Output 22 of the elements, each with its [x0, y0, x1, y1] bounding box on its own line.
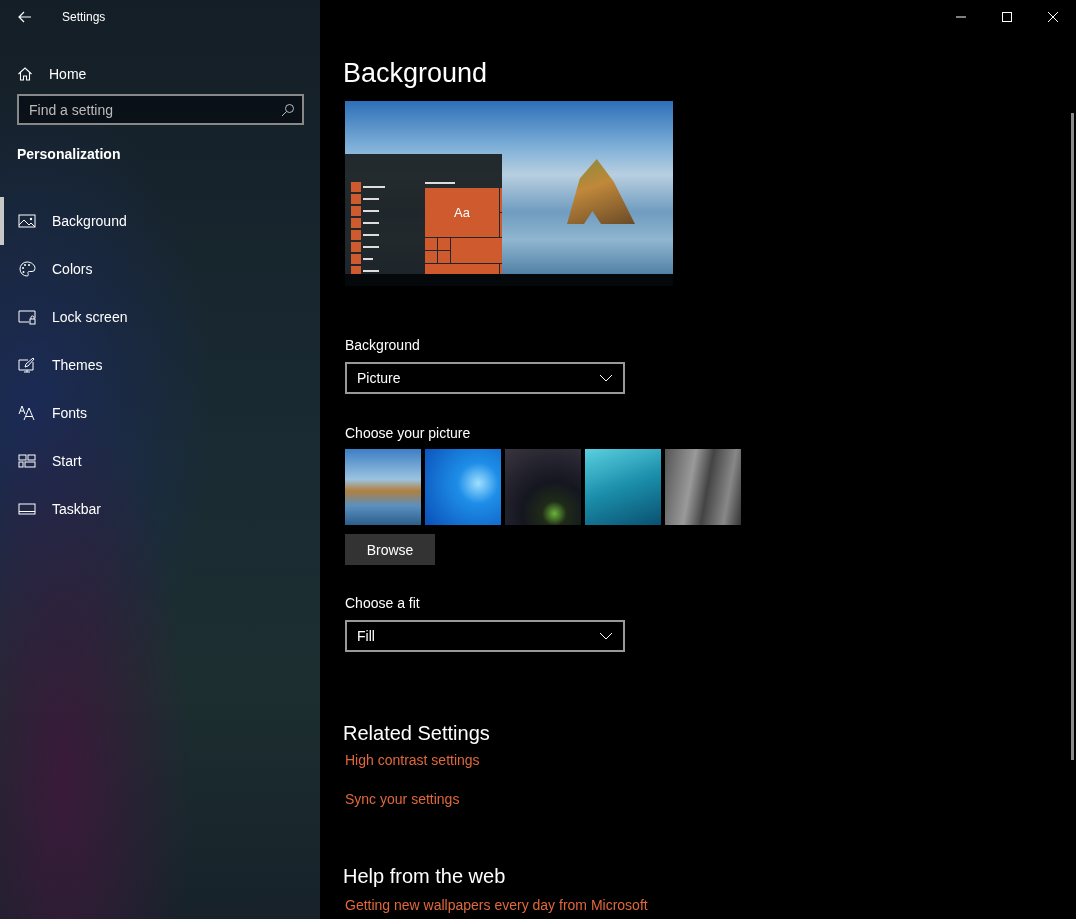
section-heading: Personalization [16, 145, 122, 162]
page-title: Background [343, 57, 488, 89]
settings-link[interactable]: High contrast settings [345, 751, 480, 769]
field-label: Choose a fit [345, 595, 420, 611]
sidebar-item[interactable]: Fonts [0, 389, 320, 437]
window-title: Settings [62, 10, 106, 24]
sidebar-item[interactable]: Taskbar [0, 485, 320, 533]
sidebar-item[interactable]: Colors [0, 245, 320, 293]
field-label: Background [345, 337, 420, 353]
field-label: Choose your picture [345, 425, 471, 441]
search-field[interactable]: Find a setting [17, 94, 304, 125]
settings-link[interactable]: Sync your settings [345, 790, 460, 808]
sidebar-item[interactable]: Themes [0, 341, 320, 389]
section-heading: Related Settings [343, 721, 490, 745]
help-link[interactable]: Getting new wallpapers every day from Microsoft [345, 896, 648, 914]
fit-dropdown[interactable]: Fill [345, 620, 625, 652]
browse-button[interactable]: Browse [345, 534, 435, 565]
sidebar-item[interactable]: Lock screen [0, 293, 320, 341]
sidebar-item[interactable]: Start [0, 437, 320, 485]
background-dropdown[interactable]: Picture [345, 362, 625, 394]
section-heading: Help from the web [343, 864, 506, 888]
preview-tile: Aa [425, 188, 499, 237]
